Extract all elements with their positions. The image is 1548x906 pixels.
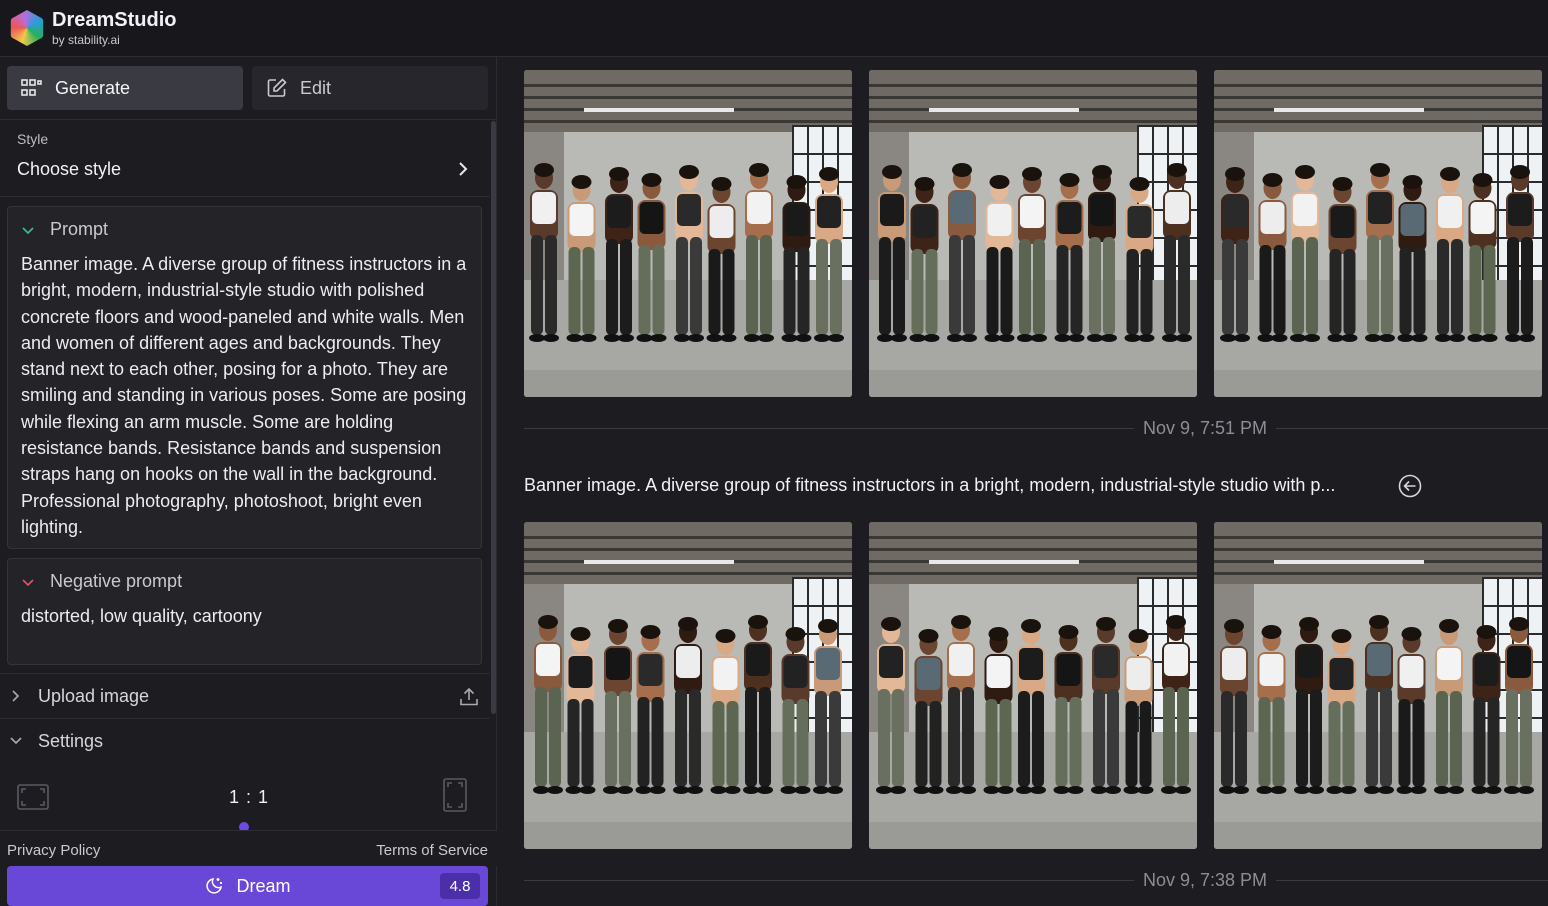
- style-value: Choose style: [17, 159, 122, 179]
- tab-edit[interactable]: Edit: [252, 66, 488, 110]
- generated-image[interactable]: [869, 522, 1197, 849]
- prompt-label: Prompt: [50, 219, 109, 239]
- negative-prompt-header[interactable]: Negative prompt: [20, 571, 182, 592]
- prompt-header[interactable]: Prompt: [20, 219, 108, 240]
- app-subtitle: by stability.ai: [52, 33, 120, 47]
- privacy-policy-link[interactable]: Privacy Policy: [7, 842, 100, 859]
- edit-icon: [266, 77, 288, 99]
- moon-icon: [206, 878, 223, 894]
- tab-generate-label: Generate: [55, 77, 131, 98]
- gallery: Nov 9, 7:51 PM Banner image. A diverse g…: [498, 57, 1548, 906]
- terms-of-service-link[interactable]: Terms of Service: [376, 842, 488, 859]
- chevron-down-icon: [22, 578, 34, 586]
- sidebar: Generate Edit Style Choose style Prompt …: [0, 57, 497, 906]
- tab-generate[interactable]: Generate: [7, 66, 243, 110]
- app-title: DreamStudio: [52, 9, 177, 31]
- settings-scroll-area: Style Choose style Prompt Banner image. …: [0, 120, 490, 830]
- brand: DreamStudio by stability.ai: [52, 9, 176, 47]
- dream-button[interactable]: Dream 4.8: [7, 866, 488, 906]
- portrait-ratio-icon[interactable]: [443, 778, 467, 812]
- negative-prompt-label: Negative prompt: [50, 571, 183, 591]
- reuse-prompt-icon[interactable]: [1398, 474, 1422, 498]
- mode-tabs: Generate Edit: [0, 57, 497, 120]
- generated-image[interactable]: [869, 70, 1197, 397]
- generated-image[interactable]: [524, 70, 852, 397]
- generated-image[interactable]: [524, 522, 852, 849]
- chevron-right-icon: [459, 162, 468, 176]
- dream-button-label: Dream: [236, 875, 291, 896]
- group-timestamp: Nov 9, 7:51 PM: [524, 418, 1548, 438]
- prompt-panel: Prompt Banner image. A diverse group of …: [7, 206, 482, 549]
- upload-image-label: Upload image: [38, 685, 150, 706]
- style-selector[interactable]: Style Choose style: [0, 120, 490, 197]
- negative-prompt-panel: Negative prompt distorted, low quality, …: [7, 558, 482, 665]
- landscape-ratio-icon[interactable]: [17, 784, 49, 810]
- credits-badge: 4.8: [440, 873, 480, 899]
- chevron-down-icon: [10, 737, 22, 745]
- group-prompt-text: Banner image. A diverse group of fitness…: [524, 475, 1336, 495]
- upload-icon[interactable]: [458, 686, 480, 708]
- group-timestamp: Nov 9, 7:38 PM: [524, 870, 1548, 890]
- dreamstudio-logo[interactable]: [10, 10, 44, 46]
- footer-links: Privacy Policy Terms of Service: [0, 830, 497, 866]
- aspect-ratio-value: 1 : 1: [229, 787, 270, 807]
- top-bar: DreamStudio by stability.ai: [0, 0, 1548, 57]
- chevron-down-icon: [22, 226, 34, 234]
- upload-image-row[interactable]: Upload image: [0, 673, 490, 718]
- aspect-ratio-slider-handle[interactable]: [239, 822, 249, 830]
- grid-icon: [21, 77, 43, 99]
- timestamp-text: Nov 9, 7:51 PM: [1142, 418, 1268, 438]
- style-label: Style: [17, 131, 49, 147]
- chevron-right-icon: [12, 690, 20, 702]
- prompt-textarea[interactable]: Banner image. A diverse group of fitness…: [21, 251, 476, 540]
- tab-edit-label: Edit: [300, 77, 332, 98]
- timestamp-text: Nov 9, 7:38 PM: [1142, 870, 1268, 890]
- settings-label: Settings: [38, 730, 104, 751]
- generated-image[interactable]: [1214, 522, 1542, 849]
- settings-row[interactable]: Settings: [0, 718, 490, 763]
- generated-image[interactable]: [1214, 70, 1542, 397]
- negative-prompt-textarea[interactable]: distorted, low quality, cartoony: [21, 603, 476, 629]
- sidebar-scrollbar[interactable]: [491, 121, 496, 714]
- aspect-ratio-control: 1 : 1: [0, 774, 490, 830]
